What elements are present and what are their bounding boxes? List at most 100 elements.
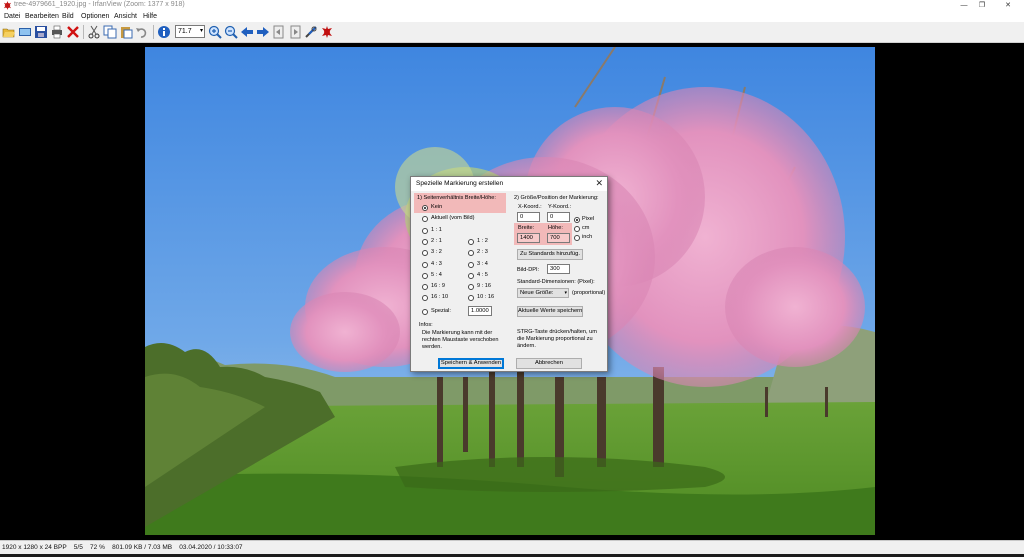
menu-ansicht[interactable]: Ansicht xyxy=(114,13,137,20)
radio-unit-cm[interactable] xyxy=(574,226,580,232)
ratio-label: 4 : 5 xyxy=(477,272,488,278)
open-icon[interactable] xyxy=(2,25,16,39)
dialog-close-button[interactable]: ✕ xyxy=(595,178,603,189)
zoom-value: 71.7 xyxy=(178,28,192,35)
proportional-label: (proportional) xyxy=(572,290,606,296)
save-apply-button[interactable]: Speichern & Anwenden xyxy=(438,358,504,369)
print-icon[interactable] xyxy=(50,25,64,39)
previous-icon[interactable] xyxy=(240,25,254,39)
undo-icon[interactable] xyxy=(135,25,149,39)
radio-ratio-9-16[interactable] xyxy=(468,284,474,290)
std-dims-value: Neue Größe: xyxy=(520,290,554,296)
radio-ratio-4-5[interactable] xyxy=(468,273,474,279)
custom-selection-dialog: Spezielle Markierung erstellen ✕ 1) Seit… xyxy=(410,176,608,372)
settings-icon[interactable] xyxy=(304,25,318,39)
chevron-down-icon: ▾ xyxy=(199,28,203,34)
radio-ratio-10-16[interactable] xyxy=(468,295,474,301)
info-text-line: Die Markierung kann mit der xyxy=(422,330,493,336)
first-page-icon[interactable] xyxy=(272,25,286,39)
status-text: 1920 x 1280 x 24 BPP 5/5 72 % 801.09 KB … xyxy=(2,544,243,551)
unit-pixel-label: Pixel xyxy=(582,216,595,222)
status-bar: 1920 x 1280 x 24 BPP 5/5 72 % 801.09 KB … xyxy=(0,540,1024,555)
radio-ratio-3-2[interactable] xyxy=(422,250,428,256)
paste-icon[interactable] xyxy=(119,25,133,39)
maximize-button[interactable]: ❐ xyxy=(970,0,994,11)
toolbar-separator xyxy=(153,25,154,39)
radio-ratio-16-10[interactable] xyxy=(422,295,428,301)
height-label: Höhe: xyxy=(548,225,563,231)
zoom-in-icon[interactable] xyxy=(208,25,222,39)
dialog-title-bar: Spezielle Markierung erstellen ✕ xyxy=(411,177,607,191)
menu-bar: Datei Bearbeiten Bild Optionen Ansicht H… xyxy=(0,11,1024,22)
zoom-select[interactable]: 71.7 ▾ xyxy=(175,25,205,38)
info-text-line: rechten Maustaste verschoben xyxy=(422,337,499,343)
menu-datei[interactable]: Datei xyxy=(4,13,20,20)
ratio-label: 2 : 3 xyxy=(477,249,488,255)
last-page-icon[interactable] xyxy=(288,25,302,39)
save-current-values-button[interactable]: Aktuelle Werte speichern xyxy=(517,306,583,317)
menu-optionen[interactable]: Optionen xyxy=(81,13,109,20)
height-input[interactable]: 700 xyxy=(547,233,570,243)
slideshow-icon[interactable] xyxy=(18,25,32,39)
info-heading: Infos: xyxy=(419,322,433,328)
cut-icon[interactable] xyxy=(87,25,101,39)
x-coord-input[interactable]: 0 xyxy=(517,212,540,222)
radio-current[interactable] xyxy=(422,216,428,222)
x-coord-label: X-Koord.: xyxy=(518,204,542,210)
info-icon[interactable] xyxy=(157,25,171,39)
next-icon[interactable] xyxy=(256,25,270,39)
dpi-label: Bild-DPI: xyxy=(517,267,540,273)
ratio-label: 1 : 1 xyxy=(431,227,442,233)
y-coord-input[interactable]: 0 xyxy=(547,212,570,222)
chevron-down-icon: ▾ xyxy=(564,290,567,296)
radio-ratio-4-3[interactable] xyxy=(422,262,428,268)
unit-inch-label: inch xyxy=(582,234,593,240)
delete-icon[interactable] xyxy=(66,25,80,39)
exit-icon[interactable] xyxy=(320,25,334,39)
add-to-standards-button[interactable]: Zu Standards hinzufüg. xyxy=(517,249,583,260)
close-window-button[interactable]: ✕ xyxy=(996,0,1020,11)
ratio-label: 5 : 4 xyxy=(431,272,442,278)
radio-ratio-16-9[interactable] xyxy=(422,284,428,290)
radio-ratio-5-4[interactable] xyxy=(422,273,428,279)
ratio-label: 2 : 1 xyxy=(431,238,442,244)
radio-ratio-1-2[interactable] xyxy=(468,239,474,245)
radio-unit-inch[interactable] xyxy=(574,235,580,241)
hint-text-line: ändern. xyxy=(517,343,536,349)
width-input[interactable]: 1400 xyxy=(517,233,540,243)
std-dims-label: Standard-Dimensionen: (Pixel): xyxy=(517,279,595,285)
menu-bild[interactable]: Bild xyxy=(62,13,74,20)
std-dims-select[interactable]: Neue Größe: ▾ xyxy=(517,288,569,298)
ratio-label: 16 : 10 xyxy=(431,294,449,300)
ratio-label: 1 : 2 xyxy=(477,238,488,244)
radio-ratio-2-1[interactable] xyxy=(422,239,428,245)
save-icon[interactable] xyxy=(34,25,48,39)
copy-icon[interactable] xyxy=(103,25,117,39)
title-bar: tree-4979661_1920.jpg - IrfanView (Zoom:… xyxy=(0,0,1024,11)
window-title: tree-4979661_1920.jpg - IrfanView (Zoom:… xyxy=(14,1,185,8)
radio-current-label: Aktuell (vom Bild) xyxy=(431,215,475,221)
ratio-label: 4 : 3 xyxy=(431,261,442,267)
hint-text-line: STRG-Taste drücken/halten, um xyxy=(517,329,597,335)
radio-ratio-2-3[interactable] xyxy=(468,250,474,256)
aspect-ratio-heading: 1) Seitenverhältnis Breite/Höhe: xyxy=(417,195,496,201)
dpi-input[interactable]: 300 xyxy=(547,264,570,274)
menu-hilfe[interactable]: Hilfe xyxy=(143,13,157,20)
ratio-label: 10 : 16 xyxy=(477,294,495,300)
zoom-out-icon[interactable] xyxy=(224,25,238,39)
unit-cm-label: cm xyxy=(582,225,590,231)
special-label: Spezial: xyxy=(431,308,451,314)
radio-unit-pixel[interactable] xyxy=(574,217,580,223)
cancel-button[interactable]: Abbrechen xyxy=(516,358,582,369)
menu-bearbeiten[interactable]: Bearbeiten xyxy=(25,13,59,20)
toolbar-separator xyxy=(83,25,84,39)
radio-none[interactable] xyxy=(422,205,428,211)
special-ratio-input[interactable]: 1.0000 xyxy=(468,306,492,316)
ratio-label: 3 : 2 xyxy=(431,249,442,255)
size-position-heading: 2) Größe/Position der Markierung: xyxy=(514,195,599,201)
irfanview-app-icon xyxy=(3,1,12,10)
radio-special[interactable] xyxy=(422,309,428,315)
hint-text-line: die Markierung proportional zu xyxy=(517,336,593,342)
radio-ratio-3-4[interactable] xyxy=(468,262,474,268)
radio-ratio-1-1[interactable] xyxy=(422,228,428,234)
